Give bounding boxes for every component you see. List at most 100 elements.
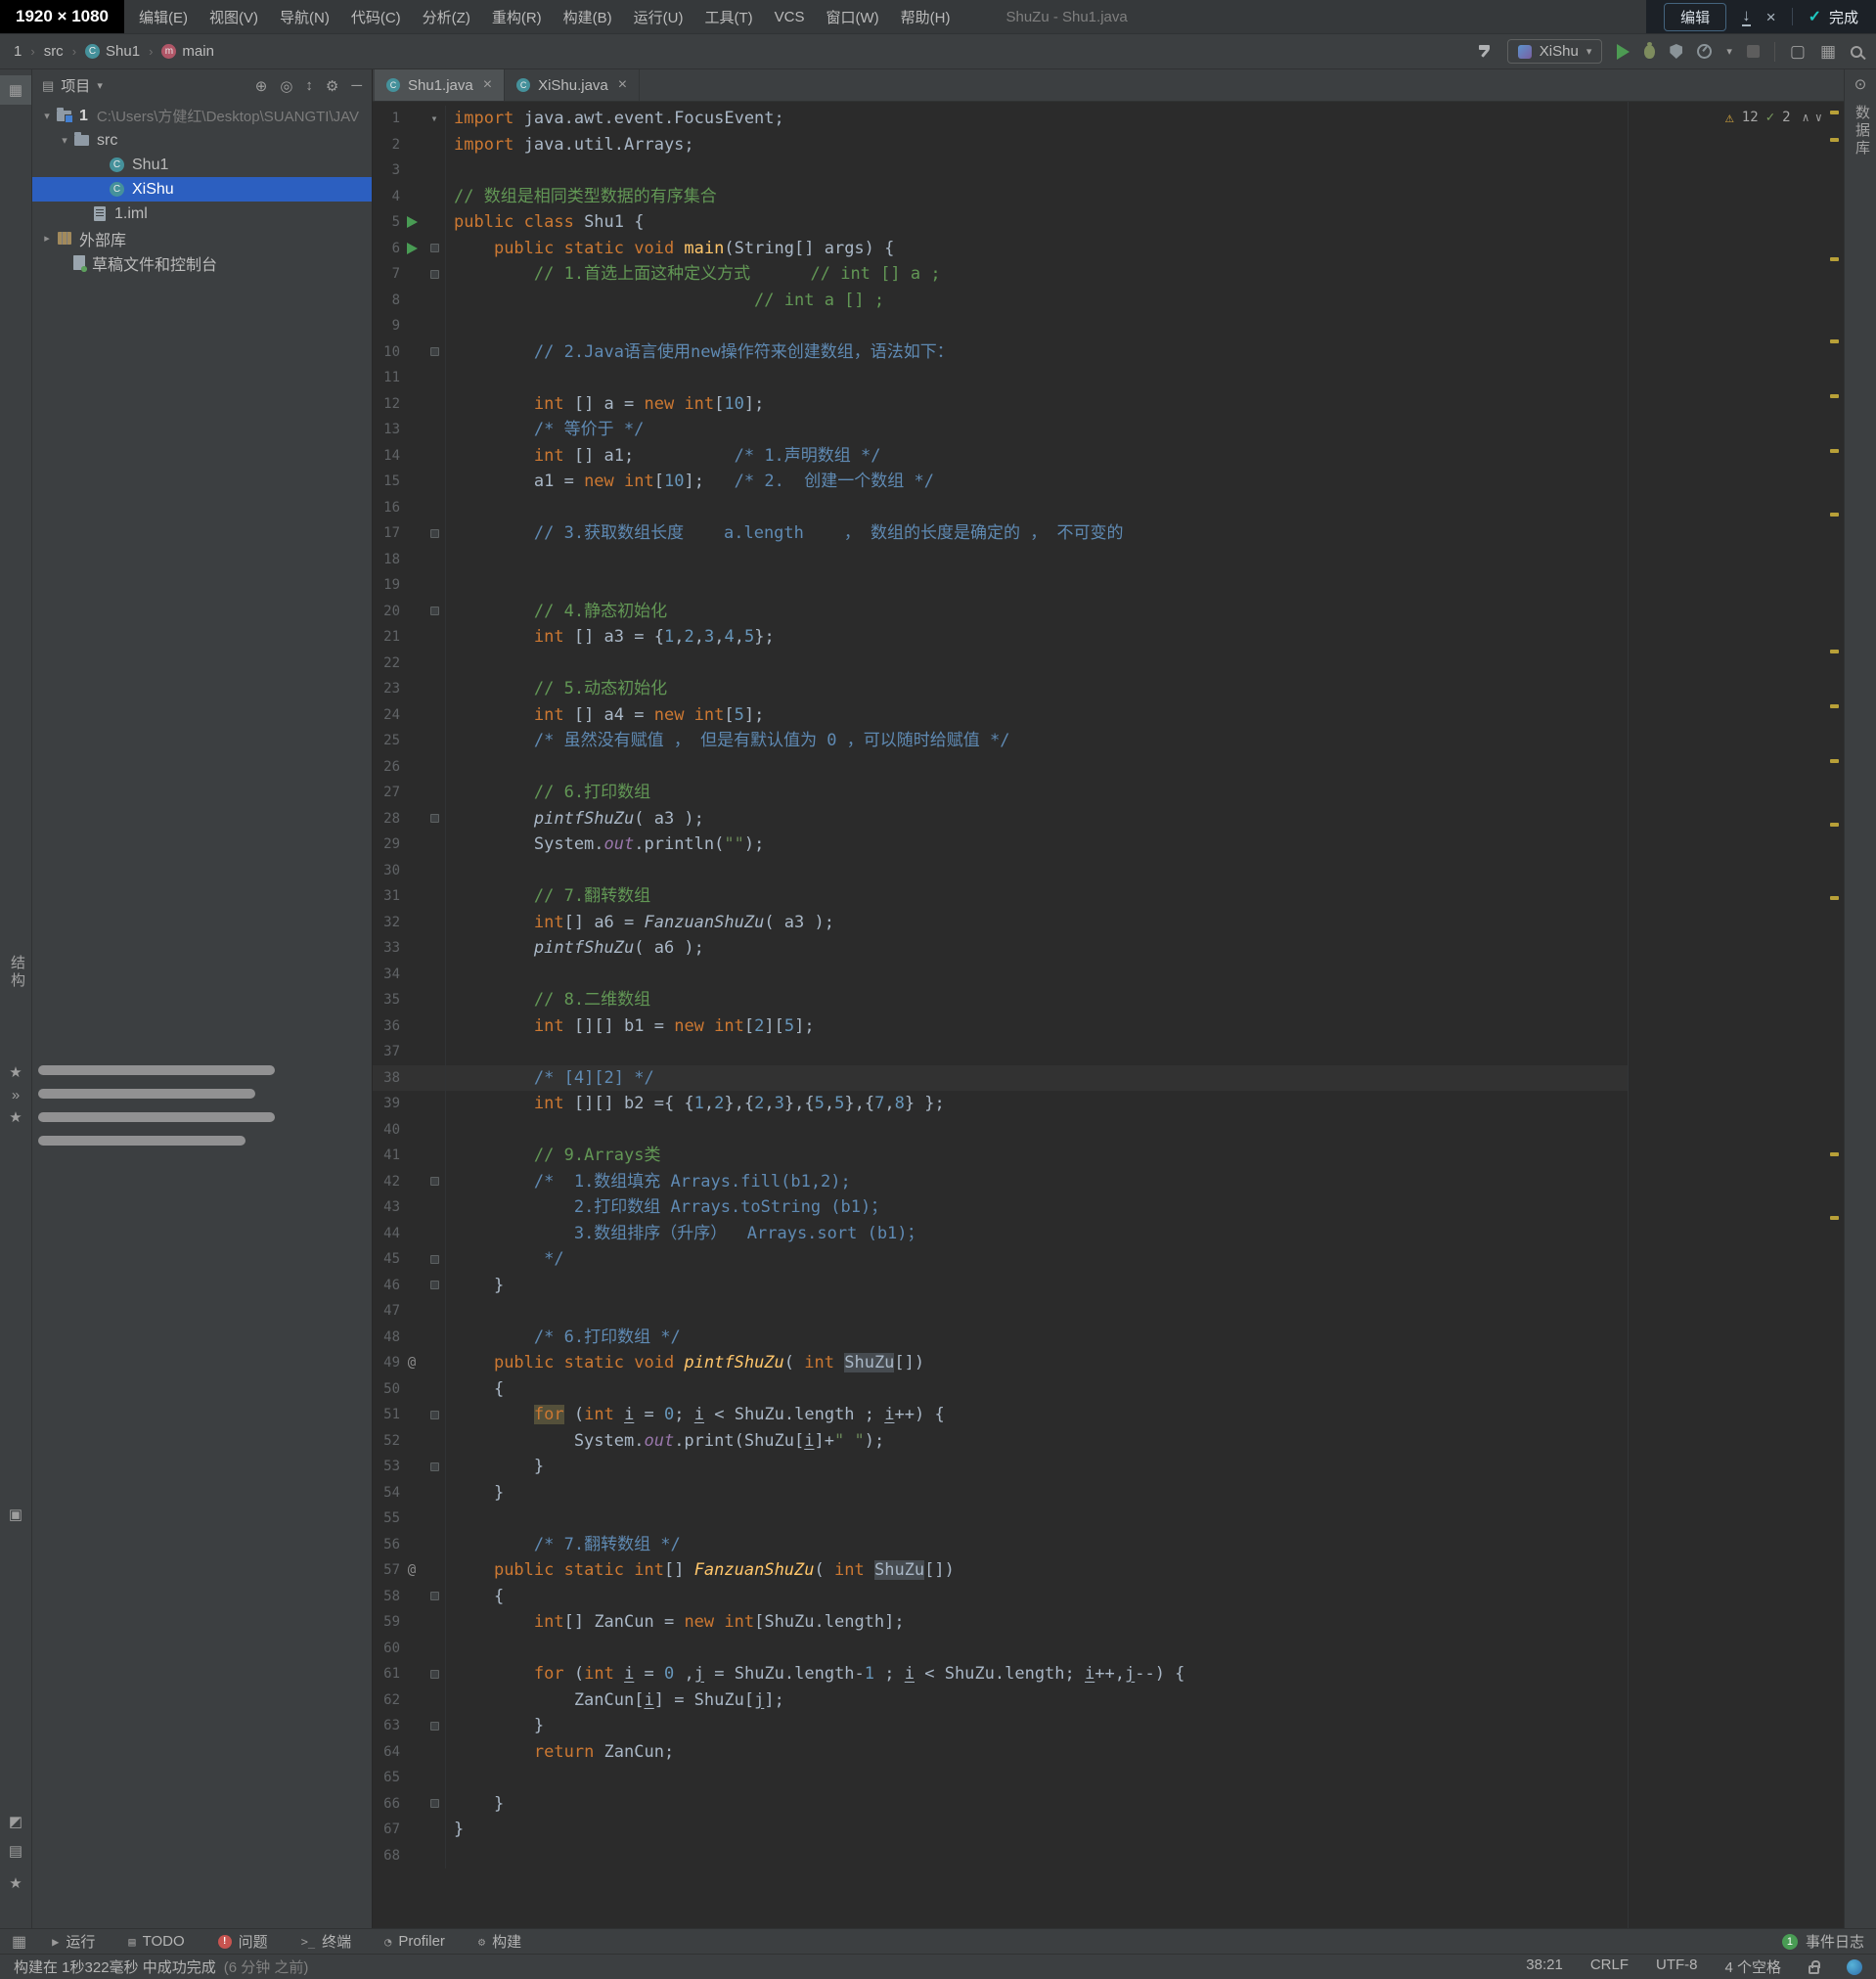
code-line[interactable]: 42 /* 1.数组填充 Arrays.fill(b1,2); — [373, 1168, 1844, 1194]
menu-vcs[interactable]: VCS — [764, 0, 816, 33]
fold-marker-icon[interactable]: ▾ — [430, 106, 437, 132]
toolwindow-switcher-icon[interactable]: ▦ — [12, 1932, 26, 1952]
fold-marker-icon[interactable] — [429, 1721, 439, 1731]
menu-view[interactable]: 视图(V) — [199, 0, 269, 33]
code-line[interactable]: 41 // 9.Arrays类 — [373, 1143, 1844, 1169]
run-icon[interactable] — [406, 216, 418, 229]
download-icon[interactable]: ↓ — [1742, 7, 1751, 26]
search-icon[interactable] — [1851, 45, 1862, 58]
menu-window[interactable]: 窗口(W) — [815, 0, 889, 33]
locate-file-icon[interactable]: ◎ — [280, 77, 292, 95]
status-caret-position[interactable]: 38:21 — [1526, 1957, 1563, 1977]
toolwindow-stripe-button[interactable]: ◩ — [0, 1813, 31, 1830]
code-line[interactable]: 7 // 1.首选上面这种定义方式 // int [] a ; — [373, 261, 1844, 288]
menu-navigate[interactable]: 导航(N) — [269, 0, 340, 33]
fold-marker-icon[interactable] — [429, 1669, 439, 1679]
toolwindow-stripe-button[interactable]: ▣ — [0, 1506, 31, 1523]
code-line[interactable]: 33 pintfShuZu( a6 ); — [373, 935, 1844, 962]
code-line[interactable]: 65 — [373, 1765, 1844, 1791]
fold-marker-icon[interactable] — [429, 607, 439, 616]
profiler-button[interactable] — [1697, 44, 1713, 59]
fold-marker-icon[interactable] — [429, 1799, 439, 1809]
fold-marker-icon[interactable] — [429, 1592, 439, 1601]
code-line[interactable]: 54 } — [373, 1479, 1844, 1506]
fold-marker-icon[interactable] — [429, 1410, 439, 1419]
coverage-button[interactable] — [1670, 44, 1683, 59]
close-icon[interactable]: × — [618, 76, 627, 94]
run-config-selector[interactable]: XiShu ▾ — [1506, 39, 1603, 64]
code-line[interactable]: 2 import java.util.Arrays; — [373, 131, 1844, 157]
stop-button[interactable] — [1746, 45, 1760, 58]
code-line[interactable]: 18 — [373, 546, 1844, 572]
menu-run[interactable]: 运行(U) — [623, 0, 694, 33]
ide-status-icon[interactable] — [1847, 1958, 1862, 1975]
code-line[interactable]: 15 a1 = new int[10]; /* 2. 创建一个数组 */ — [373, 469, 1844, 495]
hide-windows-icon[interactable]: ▢ — [1790, 43, 1806, 60]
code-line[interactable]: 20 // 4.静态初始化 — [373, 598, 1844, 624]
code-line[interactable]: 27 // 6.打印数组 — [373, 780, 1844, 806]
build-hammer-icon[interactable] — [1477, 44, 1493, 59]
code-line[interactable]: 31 // 7.翻转数组 — [373, 883, 1844, 910]
status-line-separator[interactable]: CRLF — [1590, 1957, 1629, 1977]
fold-marker-icon[interactable] — [429, 347, 439, 357]
tree-item-module-iml[interactable]: 1.iml — [32, 202, 372, 226]
close-icon[interactable]: × — [483, 76, 492, 94]
code-line[interactable]: 9 — [373, 313, 1844, 339]
fold-marker-icon[interactable] — [429, 814, 439, 824]
structure-toolwindow-button[interactable]: 结构 — [7, 955, 27, 990]
code-line[interactable]: 51 for (int i = 0; i < ShuZu.length ; i+… — [373, 1402, 1844, 1428]
error-stripe[interactable] — [1830, 102, 1840, 1928]
code-line[interactable]: 57 @ public static int[] FanzuanShuZu( in… — [373, 1557, 1844, 1584]
collapse-all-icon[interactable]: ↕ — [305, 77, 313, 95]
menu-build[interactable]: 构建(B) — [553, 0, 623, 33]
code-line[interactable]: 46 } — [373, 1272, 1844, 1298]
tree-item-class-shu1[interactable]: C Shu1 — [32, 153, 372, 177]
previous-issue-icon[interactable]: ∧ — [1803, 111, 1809, 124]
code-line[interactable]: 47 — [373, 1298, 1844, 1325]
code-line[interactable]: 14 int [] a1; /* 1.声明数组 */ — [373, 442, 1844, 469]
code-line[interactable]: 8 // int a [] ; — [373, 287, 1844, 313]
hide-panel-icon[interactable]: ─ — [351, 77, 362, 95]
toolwindow-button-terminal[interactable]: >_ 终端 — [301, 1931, 351, 1952]
more-icon[interactable]: » — [0, 1087, 31, 1103]
code-editor[interactable]: 1 ▾ import java.awt.event.FocusEvent; 2 impo… — [373, 102, 1844, 1928]
code-line[interactable]: 6 public static void main(String[] args)… — [373, 235, 1844, 261]
tree-item-class-xishu[interactable]: C XiShu — [32, 177, 372, 202]
tree-chevron-icon[interactable]: ▾ — [56, 134, 73, 147]
lock-icon[interactable] — [1809, 1959, 1820, 1974]
stripe-star-icon[interactable]: ★ — [0, 1874, 31, 1892]
code-line[interactable]: 45 */ — [373, 1246, 1844, 1273]
code-line[interactable]: 44 3.数组排序（升序） Arrays.sort (b1)； — [373, 1220, 1844, 1246]
code-line[interactable]: 22 — [373, 650, 1844, 676]
tree-item-root[interactable]: ▾ 1 C:\Users\方健红\Desktop\SUANGTI\JAV — [32, 104, 372, 128]
code-line[interactable]: 23 // 5.动态初始化 — [373, 676, 1844, 702]
status-indent[interactable]: 4 个空格 — [1724, 1957, 1781, 1977]
toolwindow-stripe-button[interactable]: ▤ — [0, 1842, 31, 1860]
code-line[interactable]: 48 /* 6.打印数组 */ — [373, 1324, 1844, 1350]
tree-chevron-icon[interactable]: ▸ — [38, 232, 56, 245]
toolwindow-button-profiler[interactable]: ◔ Profiler — [384, 1933, 445, 1950]
code-line[interactable]: 59 int[] ZanCun = new int[ShuZu.length]; — [373, 1609, 1844, 1636]
code-line[interactable]: 19 — [373, 572, 1844, 599]
fold-marker-icon[interactable] — [429, 1254, 439, 1264]
code-line[interactable]: 29 System.out.println(""); — [373, 832, 1844, 858]
next-issue-icon[interactable]: ∨ — [1815, 111, 1822, 124]
tree-item-external-libraries[interactable]: ▸ 外部库 — [32, 226, 372, 250]
menu-refactor[interactable]: 重构(R) — [481, 0, 553, 33]
status-encoding[interactable]: UTF-8 — [1656, 1957, 1698, 1977]
menu-tools[interactable]: 工具(T) — [693, 0, 763, 33]
menu-analyze[interactable]: 分析(Z) — [412, 0, 481, 33]
menu-help[interactable]: 帮助(H) — [890, 0, 961, 33]
inspections-widget[interactable]: ⚠ 12 ✓ 2 ∧ ∨ — [1725, 109, 1822, 126]
code-line[interactable]: 39 int [][] b2 ={ {1,2},{2,3},{5,5},{7,8… — [373, 1091, 1844, 1117]
code-line[interactable]: 68 — [373, 1842, 1844, 1868]
bookmark-star-icon[interactable]: ★ — [0, 1108, 31, 1126]
breadcrumb-item-class-shu1[interactable]: C Shu1 — [85, 43, 140, 60]
toolwindow-button-build[interactable]: ⚙ 构建 — [478, 1931, 521, 1952]
menu-edit[interactable]: 编辑(E) — [128, 0, 199, 33]
code-line[interactable]: 21 int [] a3 = {1,2,3,4,5}; — [373, 624, 1844, 651]
settings-gear-icon[interactable]: ⚙ — [326, 77, 338, 95]
fold-marker-icon[interactable] — [429, 1281, 439, 1290]
run-icon[interactable] — [406, 242, 418, 254]
code-line[interactable]: 60 — [373, 1635, 1844, 1661]
